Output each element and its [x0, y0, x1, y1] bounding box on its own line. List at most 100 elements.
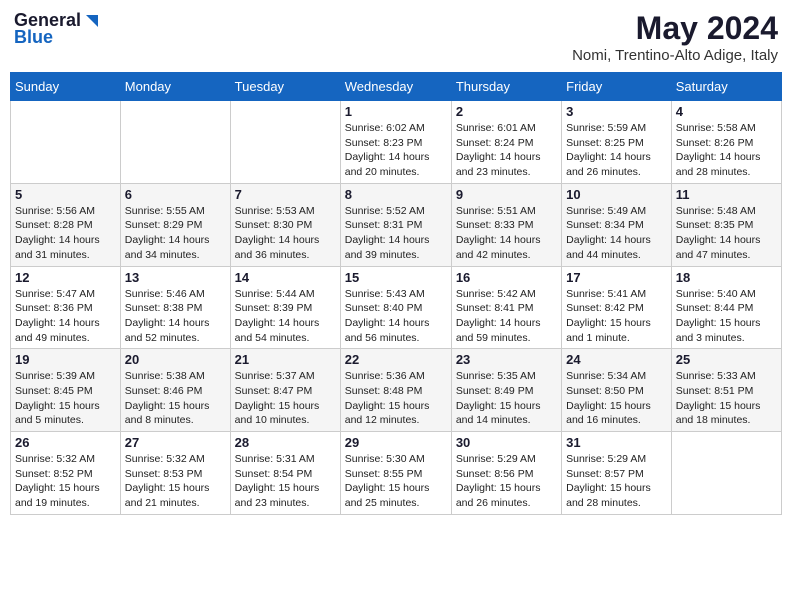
day-info: Sunrise: 5:56 AMSunset: 8:28 PMDaylight:…	[15, 204, 116, 263]
day-info: Sunrise: 5:41 AMSunset: 8:42 PMDaylight:…	[566, 287, 667, 346]
day-of-week-header: Wednesday	[340, 73, 451, 101]
calendar-table: SundayMondayTuesdayWednesdayThursdayFrid…	[10, 72, 782, 515]
day-info: Sunrise: 5:35 AMSunset: 8:49 PMDaylight:…	[456, 369, 557, 428]
day-info: Sunrise: 5:44 AMSunset: 8:39 PMDaylight:…	[235, 287, 336, 346]
day-of-week-header: Sunday	[11, 73, 121, 101]
day-number: 10	[566, 187, 667, 202]
day-number: 27	[125, 435, 226, 450]
day-number: 1	[345, 104, 447, 119]
day-number: 25	[676, 352, 777, 367]
calendar-cell: 26 Sunrise: 5:32 AMSunset: 8:52 PMDayligh…	[11, 432, 121, 515]
calendar-cell: 24 Sunrise: 5:34 AMSunset: 8:50 PMDayligh…	[562, 349, 672, 432]
calendar-cell	[11, 101, 121, 184]
calendar-cell: 7 Sunrise: 5:53 AMSunset: 8:30 PMDaylight…	[230, 183, 340, 266]
calendar-cell: 18 Sunrise: 5:40 AMSunset: 8:44 PMDayligh…	[671, 266, 781, 349]
logo-triangle-icon	[82, 13, 100, 31]
calendar-cell: 30Sunrise: 5:29 AMSunset: 8:56 PMDayligh…	[451, 432, 561, 515]
calendar-cell: 27 Sunrise: 5:32 AMSunset: 8:53 PMDayligh…	[120, 432, 230, 515]
day-info: Sunrise: 6:02 AMSunset: 8:23 PMDaylight:…	[345, 121, 447, 180]
day-number: 21	[235, 352, 336, 367]
calendar-cell: 2 Sunrise: 6:01 AMSunset: 8:24 PMDaylight…	[451, 101, 561, 184]
calendar-cell: 13Sunrise: 5:46 AMSunset: 8:38 PMDayligh…	[120, 266, 230, 349]
calendar-cell: 29 Sunrise: 5:30 AMSunset: 8:55 PMDayligh…	[340, 432, 451, 515]
day-number: 23	[456, 352, 557, 367]
day-number: 4	[676, 104, 777, 119]
day-number: 2	[456, 104, 557, 119]
day-of-week-header: Friday	[562, 73, 672, 101]
day-info: Sunrise: 5:48 AMSunset: 8:35 PMDaylight:…	[676, 204, 777, 263]
calendar-cell: 20Sunrise: 5:38 AMSunset: 8:46 PMDayligh…	[120, 349, 230, 432]
day-number: 6	[125, 187, 226, 202]
calendar-cell: 5 Sunrise: 5:56 AMSunset: 8:28 PMDaylight…	[11, 183, 121, 266]
day-number: 24	[566, 352, 667, 367]
day-number: 22	[345, 352, 447, 367]
day-number: 26	[15, 435, 116, 450]
day-number: 3	[566, 104, 667, 119]
calendar-cell: 12 Sunrise: 5:47 AMSunset: 8:36 PMDayligh…	[11, 266, 121, 349]
day-number: 14	[235, 270, 336, 285]
day-info: Sunrise: 5:37 AMSunset: 8:47 PMDaylight:…	[235, 369, 336, 428]
day-number: 5	[15, 187, 116, 202]
calendar-cell: 28 Sunrise: 5:31 AMSunset: 8:54 PMDayligh…	[230, 432, 340, 515]
day-number: 9	[456, 187, 557, 202]
day-number: 15	[345, 270, 447, 285]
calendar-cell: 22 Sunrise: 5:36 AMSunset: 8:48 PMDayligh…	[340, 349, 451, 432]
day-number: 11	[676, 187, 777, 202]
calendar-cell: 1 Sunrise: 6:02 AMSunset: 8:23 PMDaylight…	[340, 101, 451, 184]
calendar-week-row: 19Sunrise: 5:39 AMSunset: 8:45 PMDayligh…	[11, 349, 782, 432]
day-info: Sunrise: 5:52 AMSunset: 8:31 PMDaylight:…	[345, 204, 447, 263]
calendar-cell: 3 Sunrise: 5:59 AMSunset: 8:25 PMDaylight…	[562, 101, 672, 184]
calendar-cell: 25Sunrise: 5:33 AMSunset: 8:51 PMDayligh…	[671, 349, 781, 432]
day-info: Sunrise: 5:32 AMSunset: 8:53 PMDaylight:…	[125, 452, 226, 511]
calendar-cell: 11 Sunrise: 5:48 AMSunset: 8:35 PMDayligh…	[671, 183, 781, 266]
day-number: 7	[235, 187, 336, 202]
day-number: 13	[125, 270, 226, 285]
day-of-week-header: Thursday	[451, 73, 561, 101]
day-of-week-header: Monday	[120, 73, 230, 101]
day-info: Sunrise: 5:59 AMSunset: 8:25 PMDaylight:…	[566, 121, 667, 180]
day-number: 19	[15, 352, 116, 367]
day-info: Sunrise: 5:58 AMSunset: 8:26 PMDaylight:…	[676, 121, 777, 180]
day-number: 28	[235, 435, 336, 450]
calendar-week-row: 1 Sunrise: 6:02 AMSunset: 8:23 PMDaylight…	[11, 101, 782, 184]
day-info: Sunrise: 5:36 AMSunset: 8:48 PMDaylight:…	[345, 369, 447, 428]
day-info: Sunrise: 5:49 AMSunset: 8:34 PMDaylight:…	[566, 204, 667, 263]
day-number: 12	[15, 270, 116, 285]
day-info: Sunrise: 5:53 AMSunset: 8:30 PMDaylight:…	[235, 204, 336, 263]
day-number: 17	[566, 270, 667, 285]
calendar-week-row: 5 Sunrise: 5:56 AMSunset: 8:28 PMDaylight…	[11, 183, 782, 266]
calendar-cell	[671, 432, 781, 515]
calendar-week-row: 26 Sunrise: 5:32 AMSunset: 8:52 PMDayligh…	[11, 432, 782, 515]
day-info: Sunrise: 5:29 AMSunset: 8:56 PMDaylight:…	[456, 452, 557, 511]
calendar-cell: 16 Sunrise: 5:42 AMSunset: 8:41 PMDayligh…	[451, 266, 561, 349]
day-info: Sunrise: 5:42 AMSunset: 8:41 PMDaylight:…	[456, 287, 557, 346]
day-number: 29	[345, 435, 447, 450]
location-subtitle: Nomi, Trentino-Alto Adige, Italy	[572, 47, 778, 64]
day-number: 8	[345, 187, 447, 202]
calendar-cell: 31Sunrise: 5:29 AMSunset: 8:57 PMDayligh…	[562, 432, 672, 515]
day-info: Sunrise: 5:47 AMSunset: 8:36 PMDaylight:…	[15, 287, 116, 346]
day-info: Sunrise: 5:31 AMSunset: 8:54 PMDaylight:…	[235, 452, 336, 511]
title-block: May 2024 Nomi, Trentino-Alto Adige, Ital…	[572, 10, 778, 64]
calendar-cell: 9 Sunrise: 5:51 AMSunset: 8:33 PMDaylight…	[451, 183, 561, 266]
day-info: Sunrise: 5:43 AMSunset: 8:40 PMDaylight:…	[345, 287, 447, 346]
logo-blue-text: Blue	[14, 27, 53, 48]
day-info: Sunrise: 5:30 AMSunset: 8:55 PMDaylight:…	[345, 452, 447, 511]
calendar-cell: 21 Sunrise: 5:37 AMSunset: 8:47 PMDayligh…	[230, 349, 340, 432]
calendar-cell	[120, 101, 230, 184]
day-info: Sunrise: 5:51 AMSunset: 8:33 PMDaylight:…	[456, 204, 557, 263]
day-number: 16	[456, 270, 557, 285]
day-info: Sunrise: 5:34 AMSunset: 8:50 PMDaylight:…	[566, 369, 667, 428]
page-header: General Blue May 2024 Nomi, Trentino-Alt…	[10, 10, 782, 64]
day-of-week-header: Tuesday	[230, 73, 340, 101]
day-info: Sunrise: 5:40 AMSunset: 8:44 PMDaylight:…	[676, 287, 777, 346]
logo: General Blue	[14, 10, 100, 48]
calendar-week-row: 12 Sunrise: 5:47 AMSunset: 8:36 PMDayligh…	[11, 266, 782, 349]
day-info: Sunrise: 6:01 AMSunset: 8:24 PMDaylight:…	[456, 121, 557, 180]
day-info: Sunrise: 5:38 AMSunset: 8:46 PMDaylight:…	[125, 369, 226, 428]
calendar-cell: 19Sunrise: 5:39 AMSunset: 8:45 PMDayligh…	[11, 349, 121, 432]
day-info: Sunrise: 5:32 AMSunset: 8:52 PMDaylight:…	[15, 452, 116, 511]
day-number: 31	[566, 435, 667, 450]
day-number: 18	[676, 270, 777, 285]
month-year-title: May 2024	[572, 10, 778, 47]
